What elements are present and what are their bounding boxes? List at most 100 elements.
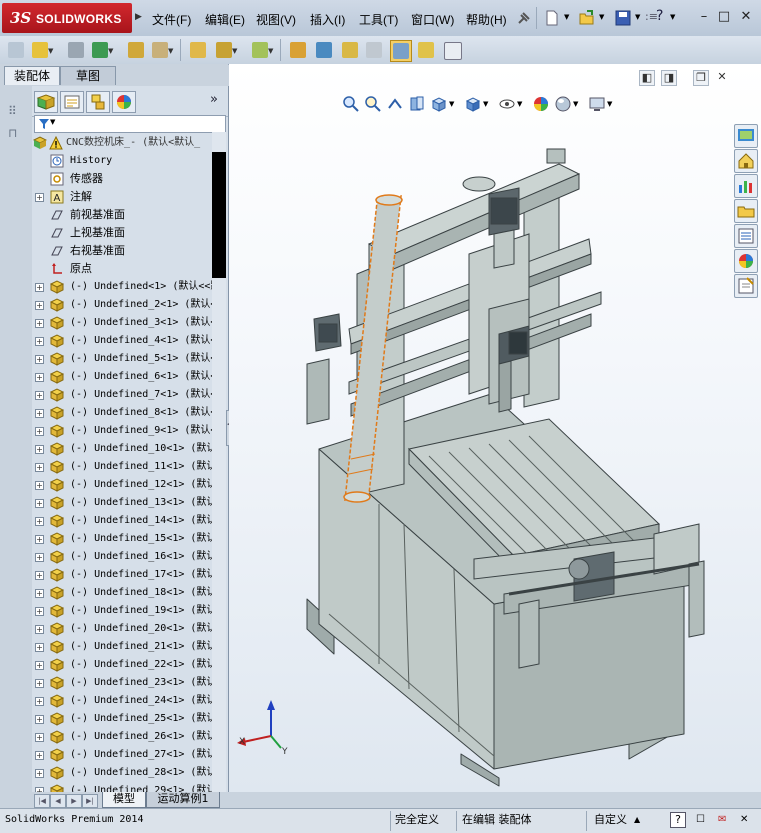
tree-component-row[interactable]: + (-) Undefined_14<1> (默认< bbox=[32, 512, 212, 530]
expand-toggle-icon[interactable]: + bbox=[35, 589, 44, 598]
expand-toggle-icon[interactable]: + bbox=[35, 355, 44, 364]
expand-toggle-icon[interactable]: + bbox=[35, 283, 44, 292]
tree-filter-field[interactable]: ▼ bbox=[34, 115, 226, 133]
tree-component-row[interactable]: + (-) Undefined_18<1> (默认< bbox=[32, 584, 212, 602]
new-document-icon[interactable] bbox=[543, 9, 561, 27]
expand-toggle-icon[interactable]: + bbox=[35, 661, 44, 670]
expand-toggle-icon[interactable]: + bbox=[35, 499, 44, 508]
menu-tools[interactable]: 工具(T) bbox=[359, 11, 398, 28]
tree-component-row[interactable]: + (-) Undefined_8<1> (默认<< bbox=[32, 404, 212, 422]
tree-item-origin[interactable]: 原点 bbox=[32, 260, 212, 278]
new-motion-study-button[interactable] bbox=[288, 40, 308, 60]
tree-item-annotations[interactable]: + A 注解 bbox=[32, 188, 212, 206]
tree-component-row[interactable]: + (-) Undefined_15<1> (默认< bbox=[32, 530, 212, 548]
tree-scrollbar-thumb[interactable] bbox=[212, 152, 226, 278]
expand-toggle-icon[interactable]: + bbox=[35, 715, 44, 724]
graphics-area[interactable]: ◧ ◨ ❐ ✕ ▼ ▼ ▼ ▼ ▼ X Y bbox=[229, 64, 761, 792]
take-snapshot-button[interactable] bbox=[442, 40, 462, 60]
filter-dropdown-arrow-icon[interactable]: ▼ bbox=[50, 118, 55, 126]
sketch-toggle-icon[interactable]: ⠿ bbox=[8, 104, 17, 118]
next-tab-button[interactable]: ▶ bbox=[66, 794, 82, 808]
save-icon[interactable] bbox=[614, 9, 632, 27]
minimize-icon[interactable]: – bbox=[696, 9, 712, 25]
prev-tab-button[interactable]: ◀ bbox=[50, 794, 66, 808]
tree-component-row[interactable]: + (-) Undefined_22<1> (默认< bbox=[32, 656, 212, 674]
expand-toggle-icon[interactable]: + bbox=[35, 301, 44, 310]
expand-toggle-icon[interactable]: + bbox=[35, 427, 44, 436]
tab-motion-study-1[interactable]: 运动算例1 bbox=[146, 792, 220, 808]
status-expand-icon[interactable]: ☐ bbox=[696, 812, 705, 828]
update-speedpak-button[interactable] bbox=[416, 40, 436, 60]
new-dropdown-arrow-icon[interactable]: ▼ bbox=[564, 13, 569, 21]
insert-components-button[interactable] bbox=[6, 40, 26, 60]
more-tabs-chevron-icon[interactable]: » bbox=[210, 92, 218, 107]
tab-assembly[interactable]: 装配体 bbox=[4, 66, 60, 85]
dropdown-arrow-icon[interactable]: ▼ bbox=[168, 47, 173, 55]
logo-flyout-arrow-icon[interactable]: ▶ bbox=[135, 12, 142, 22]
expand-toggle-icon[interactable]: + bbox=[35, 769, 44, 778]
mate-button[interactable] bbox=[66, 40, 86, 60]
tree-component-row[interactable]: + (-) Undefined_6<1> (默认<< bbox=[32, 368, 212, 386]
menu-view[interactable]: 视图(V) bbox=[256, 11, 296, 28]
tree-component-row[interactable]: + (-) Undefined_19<1> (默认< bbox=[32, 602, 212, 620]
close-icon[interactable]: ✕ bbox=[738, 9, 754, 25]
menu-help[interactable]: 帮助(H) bbox=[466, 11, 507, 28]
tree-component-row[interactable]: + (-) Undefined_12<1> (默认< bbox=[32, 476, 212, 494]
help-dropdown-arrow-icon[interactable]: ▼ bbox=[670, 13, 675, 21]
tree-component-row[interactable]: + (-) Undefined_10<1> (默认< bbox=[32, 440, 212, 458]
tree-component-row[interactable]: + (-) Undefined_2<1> (默认<< bbox=[32, 296, 212, 314]
first-tab-button[interactable]: |◀ bbox=[34, 794, 50, 808]
dropdown-arrow-icon[interactable]: ▼ bbox=[268, 47, 273, 55]
tree-component-row[interactable]: + (-) Undefined_24<1> (默认< bbox=[32, 692, 212, 710]
save-dropdown-arrow-icon[interactable]: ▼ bbox=[635, 13, 640, 21]
tree-item-history[interactable]: History bbox=[32, 152, 212, 170]
expand-toggle-icon[interactable]: + bbox=[35, 337, 44, 346]
tree-component-row[interactable]: + (-) Undefined_4<1> (默认<< bbox=[32, 332, 212, 350]
expand-toggle-icon[interactable]: + bbox=[35, 679, 44, 688]
exploded-view-button[interactable] bbox=[340, 40, 360, 60]
tree-root-assembly[interactable]: CNC数控机床_- (默认<默认_ bbox=[32, 134, 212, 152]
dropdown-arrow-icon[interactable]: ▼ bbox=[48, 47, 53, 55]
expand-toggle-icon[interactable]: + bbox=[35, 625, 44, 634]
tree-component-row[interactable]: + (-) Undefined_21<1> (默认< bbox=[32, 638, 212, 656]
solidworks-logo[interactable]: 3S SOLIDWORKS bbox=[2, 3, 132, 33]
expand-toggle-icon[interactable]: + bbox=[35, 607, 44, 616]
displaymanager-tab[interactable] bbox=[112, 91, 136, 113]
expand-toggle-icon[interactable]: + bbox=[35, 751, 44, 760]
status-units[interactable]: 自定义 bbox=[594, 812, 627, 828]
pin-icon[interactable] bbox=[515, 9, 533, 27]
tree-component-row[interactable]: + (-) Undefined_13<1> (默认< bbox=[32, 494, 212, 512]
dropdown-arrow-icon[interactable]: ▼ bbox=[232, 47, 237, 55]
open-folder-icon[interactable] bbox=[578, 9, 596, 27]
units-dropdown-arrow-icon[interactable]: ▲ bbox=[634, 812, 640, 828]
expand-toggle-icon[interactable]: + bbox=[35, 463, 44, 472]
menu-insert[interactable]: 插入(I) bbox=[310, 11, 345, 28]
tree-item-top-plane[interactable]: 上视基准面 bbox=[32, 224, 212, 242]
expand-toggle-icon[interactable]: + bbox=[35, 535, 44, 544]
tree-component-row[interactable]: + (-) Undefined_28<1> (默认< bbox=[32, 764, 212, 782]
instant3d-button[interactable] bbox=[390, 40, 412, 62]
open-dropdown-arrow-icon[interactable]: ▼ bbox=[599, 13, 604, 21]
expand-toggle-icon[interactable]: + bbox=[35, 481, 44, 490]
expand-toggle-icon[interactable]: + bbox=[35, 733, 44, 742]
feature-toggle-icon[interactable]: ⊓ bbox=[8, 126, 17, 140]
rebuild-icon[interactable]: ✉ bbox=[718, 812, 726, 828]
move-component-button[interactable]: ▼ bbox=[150, 40, 173, 60]
expand-toggle-icon[interactable]: + bbox=[35, 697, 44, 706]
tree-item-front-plane[interactable]: 前视基准面 bbox=[32, 206, 212, 224]
featuremanager-tab[interactable] bbox=[34, 91, 58, 113]
help-question-icon[interactable]: ? bbox=[656, 8, 663, 24]
configurationmanager-tab[interactable] bbox=[86, 91, 110, 113]
tree-component-row[interactable]: + (-) Undefined_25<1> (默认< bbox=[32, 710, 212, 728]
tab-sketch[interactable]: 草图 bbox=[60, 66, 116, 85]
tree-component-row[interactable]: + (-) Undefined_29<1> (默认< bbox=[32, 782, 212, 792]
menu-window[interactable]: 窗口(W) bbox=[411, 11, 454, 28]
tree-component-row[interactable]: + (-) Undefined_26<1> (默认< bbox=[32, 728, 212, 746]
dropdown-arrow-icon[interactable]: ▼ bbox=[108, 47, 113, 55]
reference-geometry-button[interactable]: ▼ bbox=[250, 40, 273, 60]
smart-fasteners-button[interactable] bbox=[126, 40, 146, 60]
menu-file[interactable]: 文件(F) bbox=[152, 11, 191, 28]
tab-model[interactable]: 模型 bbox=[102, 792, 146, 808]
menu-edit[interactable]: 编辑(E) bbox=[205, 11, 245, 28]
close-status-icon[interactable]: ✕ bbox=[740, 812, 748, 828]
